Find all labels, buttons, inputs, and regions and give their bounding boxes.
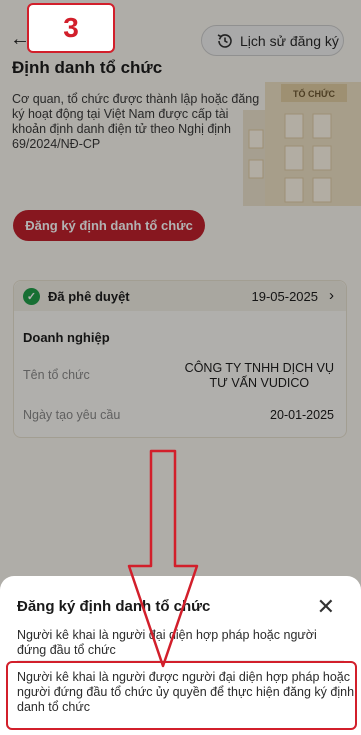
option-legal-representative[interactable]: Người kê khai là người đại diện hợp pháp… [17, 628, 341, 658]
sheet-title: Đăng ký định danh tổ chức [17, 598, 211, 615]
option-authorized-person[interactable]: Người kê khai là người được người đại di… [6, 661, 357, 730]
step-number: 3 [63, 12, 79, 43]
close-icon[interactable]: ✕ [317, 596, 335, 618]
step-number-badge: 3 [27, 3, 115, 53]
bottom-sheet: Đăng ký định danh tổ chức ✕ Người kê kha… [0, 576, 361, 735]
